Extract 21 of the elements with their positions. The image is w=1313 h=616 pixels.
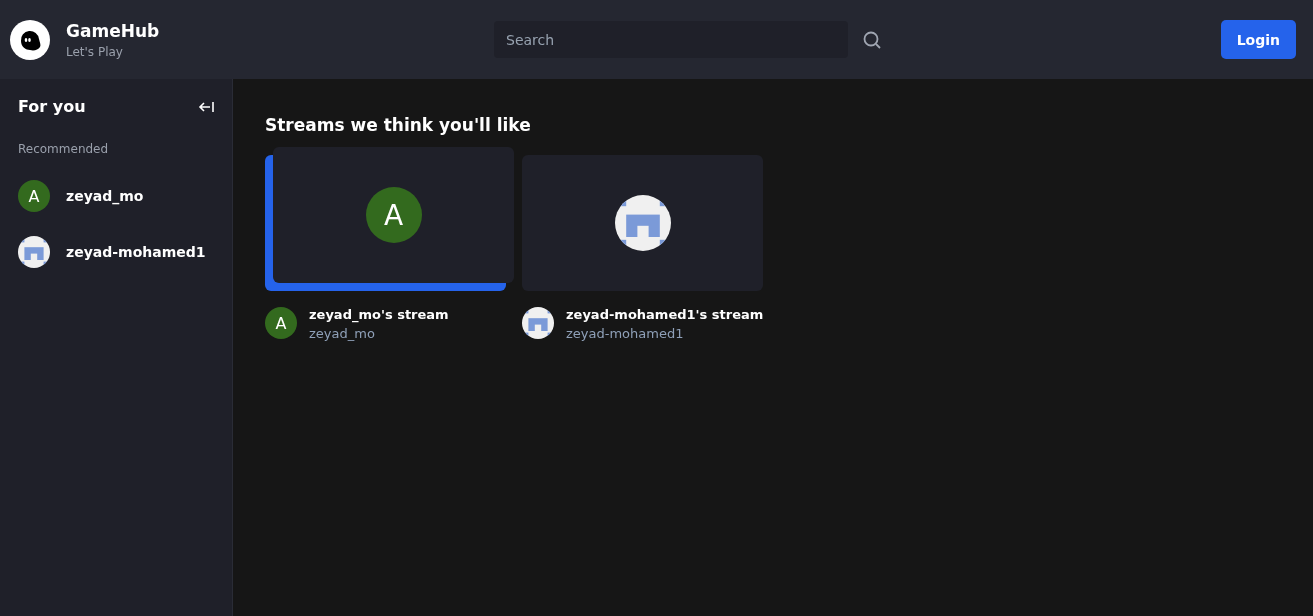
stream-username: zeyad-mohamed1 xyxy=(566,326,685,341)
identicon-avatar xyxy=(522,307,554,339)
sidebar-item[interactable]: zeyad-mohamed1 xyxy=(66,244,206,260)
sidebar-item[interactable]: zeyad_mo xyxy=(66,188,144,204)
stream-title[interactable]: zeyad_mo's stream xyxy=(309,307,449,322)
identicon-avatar xyxy=(18,236,50,268)
stream-thumbnail[interactable] xyxy=(522,155,763,291)
section-label: Recommended xyxy=(18,142,110,156)
login-button[interactable]: Login xyxy=(1220,20,1296,59)
sidebar-title: For you xyxy=(18,97,86,116)
brand-name: GameHub xyxy=(66,20,160,41)
search-field[interactable]: Search xyxy=(494,21,848,58)
avatar: A xyxy=(365,187,422,243)
ghost-logo-icon xyxy=(10,19,50,60)
avatar: A xyxy=(18,180,50,212)
section-heading: Streams we think you'll like xyxy=(265,115,532,135)
stream-username: zeyad_mo xyxy=(309,326,376,341)
stream-title[interactable]: zeyad-mohamed1's stream xyxy=(566,307,764,322)
collapse-icon[interactable] xyxy=(198,99,214,114)
brand-tagline: Let's Play xyxy=(66,44,124,59)
avatar: A xyxy=(265,307,297,339)
